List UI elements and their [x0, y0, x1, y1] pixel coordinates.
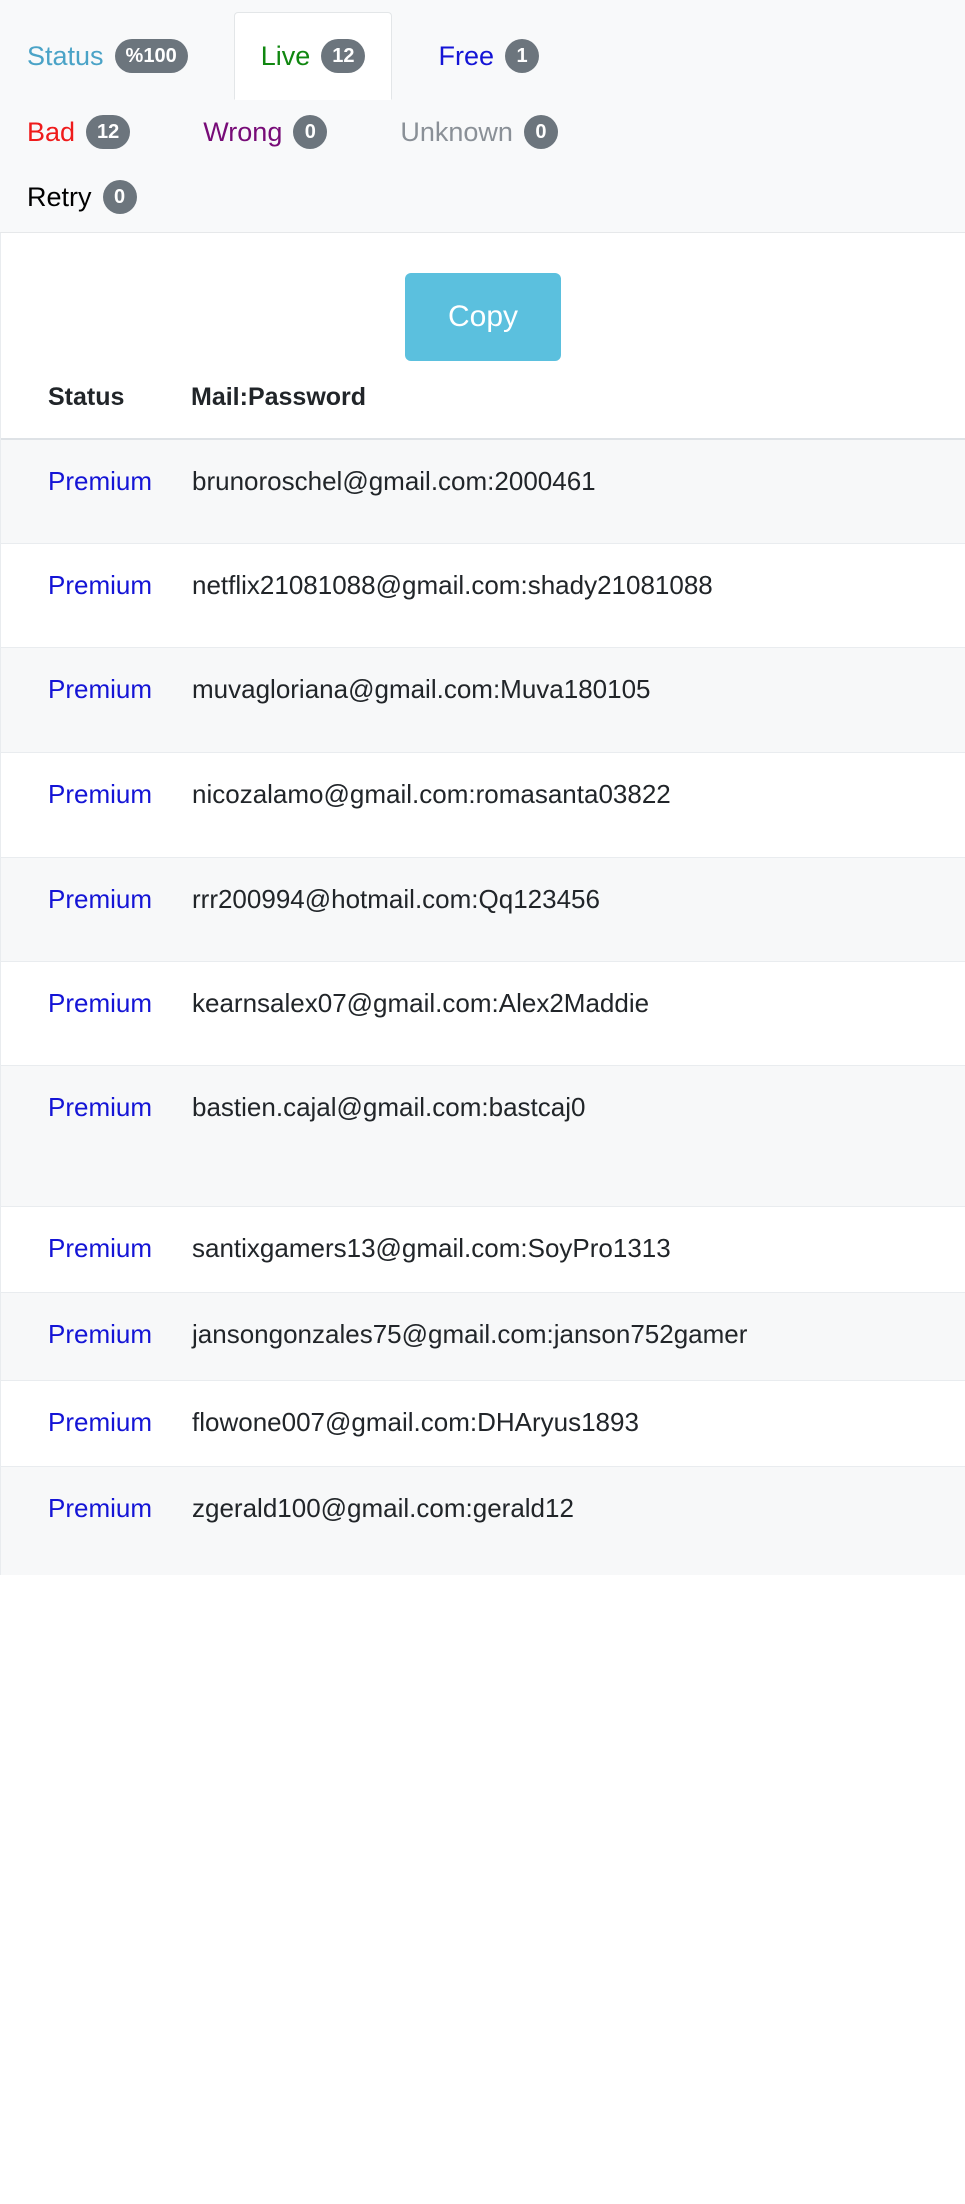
table-row[interactable]: Premium muvagloriana@gmail.com:Muva180105: [1, 646, 965, 752]
table-row[interactable]: Premium bastien.cajal@gmail.com:bastcaj0: [1, 1064, 965, 1206]
tab-status-badge: %100: [114, 39, 188, 73]
tab-unknown-label: Unknown: [400, 116, 513, 147]
table-row[interactable]: Premium zgerald100@gmail.com:gerald12: [1, 1465, 965, 1575]
cell-credentials: rrr200994@hotmail.com:Qq123456: [191, 856, 965, 961]
results-table-body: Premium brunoroschel@gmail.com:2000461 Pre…: [1, 439, 965, 1575]
tab-bad[interactable]: Bad 12: [0, 100, 157, 164]
tab-free-label: Free: [438, 40, 495, 71]
tab-live[interactable]: Live 12: [233, 12, 393, 100]
cell-status: Premium: [1, 542, 191, 647]
cell-status: Premium: [1, 856, 191, 961]
cell-status: Premium: [1, 960, 191, 1065]
cell-status: Premium: [1, 751, 191, 857]
cell-credentials: kearnsalex07@gmail.com:Alex2Maddie: [191, 960, 965, 1065]
tab-bad-label: Bad: [27, 116, 76, 147]
cell-credentials: jansongonzales75@gmail.com:janson752game…: [191, 1291, 965, 1380]
tab-unknown[interactable]: Unknown 0: [373, 100, 585, 164]
cell-credentials: flowone007@gmail.com:DHAryus1893: [191, 1379, 965, 1466]
table-row[interactable]: Premium rrr200994@hotmail.com:Qq123456: [1, 856, 965, 961]
results-table: Status Mail:Password Premium brunoroschel…: [1, 383, 965, 1575]
status-tab-row-3: Retry 0: [0, 164, 965, 230]
tab-status-label: Status: [27, 40, 104, 71]
status-tab-rows: Status %100 Live 12 Free 1 Bad 12 Wrong …: [0, 12, 965, 230]
table-row[interactable]: Premium nicozalamo@gmail.com:romasanta038…: [1, 751, 965, 857]
cell-status: Premium: [1, 1205, 191, 1292]
cell-status: Premium: [1, 1379, 191, 1466]
tab-status[interactable]: Status %100: [0, 12, 215, 100]
status-tab-panel: Status %100 Live 12 Free 1 Bad 12 Wrong …: [0, 0, 965, 233]
cell-status: Premium: [1, 1465, 191, 1575]
cell-credentials: zgerald100@gmail.com:gerald12: [191, 1465, 965, 1575]
tab-retry[interactable]: Retry 0: [0, 164, 164, 230]
cell-credentials: brunoroschel@gmail.com:2000461: [191, 439, 965, 543]
table-row[interactable]: Premium flowone007@gmail.com:DHAryus1893: [1, 1379, 965, 1466]
results-panel: Copy Status Mail:Password Premium brunoro…: [0, 233, 965, 1575]
tab-unknown-badge: 0: [523, 115, 558, 149]
cell-status: Premium: [1, 439, 191, 543]
tab-free[interactable]: Free 1: [411, 12, 566, 100]
table-row[interactable]: Premium jansongonzales75@gmail.com:janson…: [1, 1291, 965, 1380]
tab-retry-badge: 0: [102, 180, 137, 214]
table-row[interactable]: Premium netflix21081088@gmail.com:shady21…: [1, 542, 965, 647]
tab-live-badge: 12: [321, 39, 366, 73]
table-row[interactable]: Premium brunoroschel@gmail.com:2000461: [1, 439, 965, 543]
status-tab-row-2: Bad 12 Wrong 0 Unknown 0: [0, 100, 965, 164]
column-header-credentials[interactable]: Mail:Password: [191, 383, 965, 440]
cell-credentials: netflix21081088@gmail.com:shady21081088: [191, 542, 965, 647]
status-tab-row-1: Status %100 Live 12 Free 1: [0, 12, 965, 100]
tab-free-badge: 1: [505, 39, 540, 73]
tab-wrong-badge: 0: [293, 115, 328, 149]
cell-credentials: santixgamers13@gmail.com:SoyPro1313: [191, 1205, 965, 1292]
tab-wrong[interactable]: Wrong 0: [176, 100, 354, 164]
copy-button-container: Copy: [1, 233, 965, 361]
cell-status: Premium: [1, 1064, 191, 1206]
tab-live-label: Live: [260, 40, 311, 71]
tab-bad-badge: 12: [86, 115, 131, 149]
table-row[interactable]: Premium santixgamers13@gmail.com:SoyPro13…: [1, 1205, 965, 1292]
tab-retry-label: Retry: [27, 181, 92, 212]
cell-credentials: muvagloriana@gmail.com:Muva180105: [191, 646, 965, 752]
tab-wrong-label: Wrong: [203, 116, 283, 147]
cell-status: Premium: [1, 646, 191, 752]
cell-status: Premium: [1, 1291, 191, 1380]
cell-credentials: nicozalamo@gmail.com:romasanta03822: [191, 751, 965, 857]
cell-credentials: bastien.cajal@gmail.com:bastcaj0: [191, 1064, 965, 1206]
table-header-row: Status Mail:Password: [1, 383, 965, 440]
copy-button[interactable]: Copy: [405, 273, 561, 361]
table-row[interactable]: Premium kearnsalex07@gmail.com:Alex2Maddi…: [1, 960, 965, 1065]
column-header-status[interactable]: Status: [1, 383, 191, 440]
results-table-head: Status Mail:Password: [1, 383, 965, 440]
